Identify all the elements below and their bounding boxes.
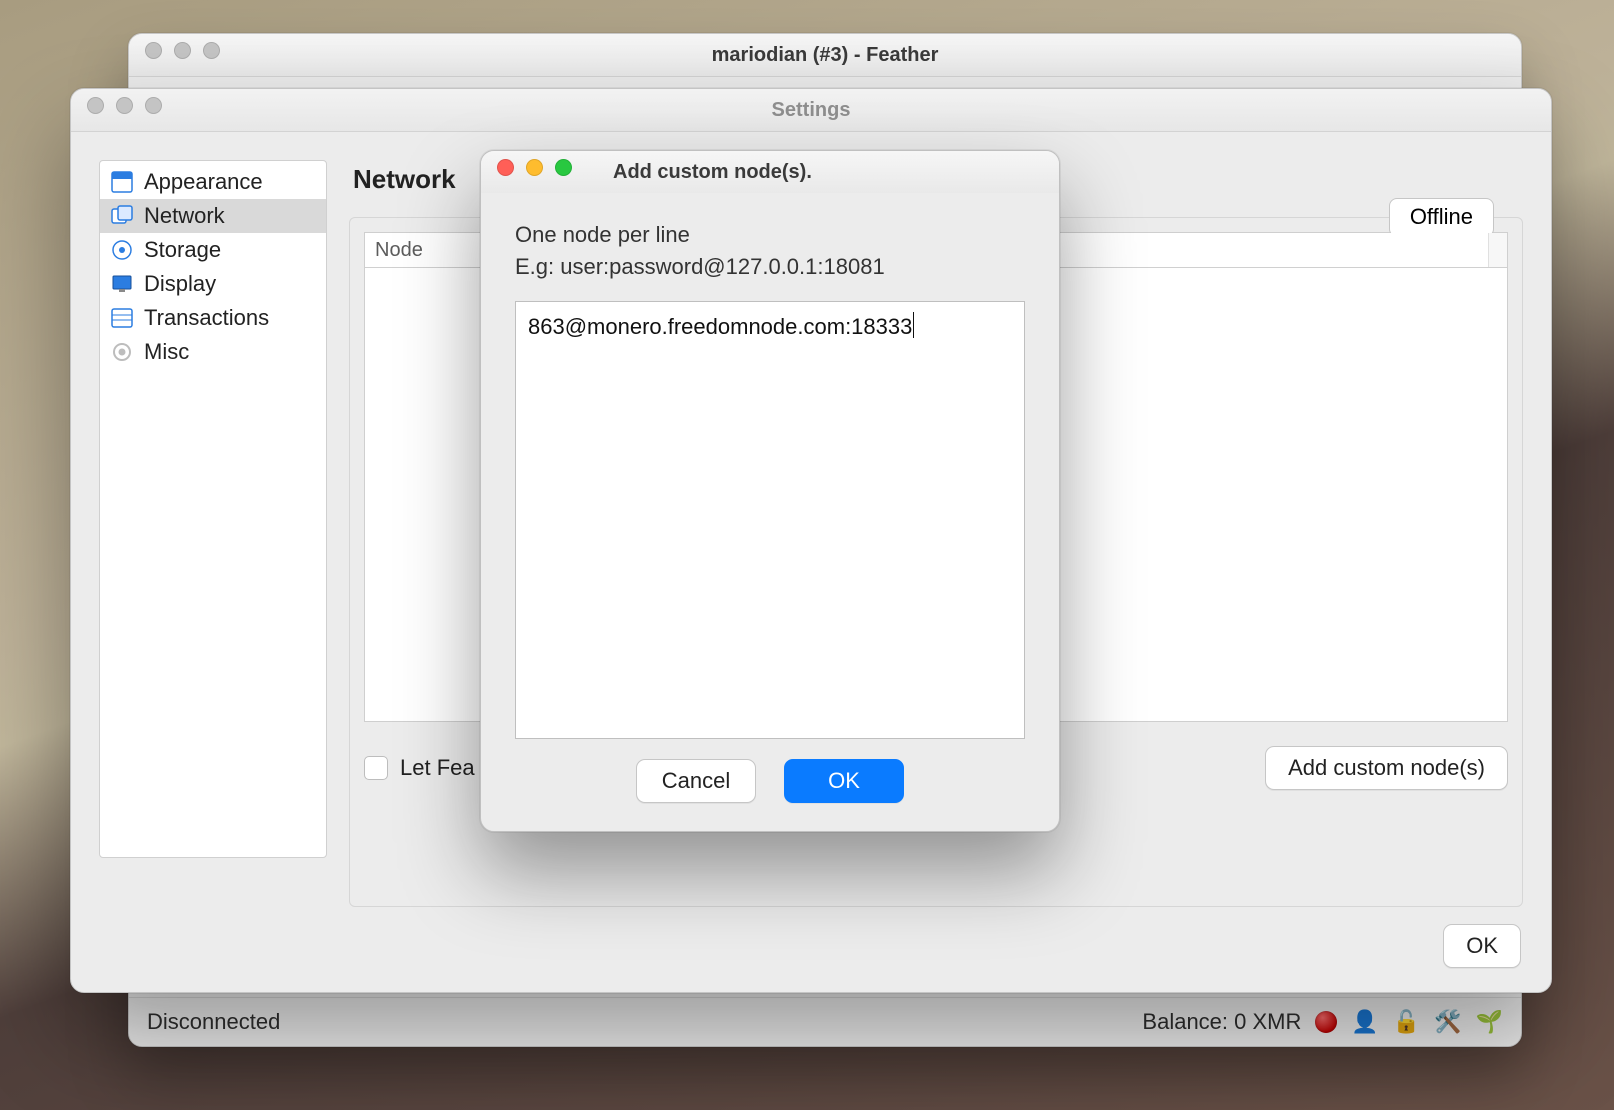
settings-footer: OK bbox=[1443, 924, 1521, 968]
add-node-dialog: Add custom node(s). One node per line E.… bbox=[480, 150, 1060, 832]
zoom-icon[interactable] bbox=[555, 159, 572, 176]
seed-icon[interactable]: 🌱 bbox=[1476, 1011, 1503, 1033]
settings-sidebar: Appearance Network Storage bbox=[99, 160, 327, 858]
sidebar-item-misc[interactable]: Misc bbox=[100, 335, 326, 369]
dialog-hint: One node per line E.g: user:password@127… bbox=[515, 219, 1025, 283]
sidebar-item-storage[interactable]: Storage bbox=[100, 233, 326, 267]
storage-icon bbox=[110, 238, 134, 262]
let-feather-checkbox[interactable] bbox=[364, 756, 388, 780]
node-input[interactable]: 863@monero.freedomnode.com:18333 bbox=[515, 301, 1025, 739]
main-window-title: mariodian (#3) - Feather bbox=[712, 44, 939, 67]
settings-titlebar: Settings bbox=[71, 89, 1551, 132]
close-icon[interactable] bbox=[87, 97, 104, 114]
dialog-body: One node per line E.g: user:password@127… bbox=[481, 193, 1059, 831]
desktop: mariodian (#3) - Feather Disconnected Ba… bbox=[0, 0, 1614, 1110]
zoom-icon[interactable] bbox=[145, 97, 162, 114]
node-input-value: 863@monero.freedomnode.com:18333 bbox=[528, 314, 912, 339]
sidebar-item-transactions[interactable]: Transactions bbox=[100, 301, 326, 335]
settings-traffic-lights bbox=[87, 97, 162, 114]
tab-offline[interactable]: Offline bbox=[1389, 198, 1494, 237]
status-balance: Balance: 0 XMR bbox=[1142, 1009, 1301, 1035]
main-titlebar: mariodian (#3) - Feather bbox=[129, 34, 1521, 77]
transactions-icon bbox=[110, 306, 134, 330]
cancel-button[interactable]: Cancel bbox=[636, 759, 756, 803]
appearance-icon bbox=[110, 170, 134, 194]
status-right: Balance: 0 XMR 👤 🔓 🛠️ 🌱 bbox=[1142, 1009, 1503, 1035]
settings-ok-button[interactable]: OK bbox=[1443, 924, 1521, 968]
minimize-icon[interactable] bbox=[116, 97, 133, 114]
sidebar-item-network[interactable]: Network bbox=[100, 199, 326, 233]
misc-icon bbox=[110, 340, 134, 364]
close-icon[interactable] bbox=[145, 42, 162, 59]
zoom-icon[interactable] bbox=[203, 42, 220, 59]
settings-window-title: Settings bbox=[772, 99, 851, 122]
status-connection: Disconnected bbox=[147, 1009, 280, 1035]
sidebar-item-appearance[interactable]: Appearance bbox=[100, 165, 326, 199]
let-feather-label: Let Fea bbox=[400, 755, 475, 781]
sidebar-item-label: Transactions bbox=[144, 305, 269, 331]
lock-icon[interactable]: 🔓 bbox=[1393, 1011, 1420, 1033]
network-icon bbox=[110, 204, 134, 228]
tools-icon[interactable]: 🛠️ bbox=[1434, 1011, 1461, 1033]
dialog-title: Add custom node(s). bbox=[613, 161, 812, 184]
node-column-label: Node bbox=[375, 239, 423, 262]
dialog-titlebar: Add custom node(s). bbox=[481, 151, 1059, 193]
status-indicator-icon bbox=[1315, 1011, 1337, 1033]
dialog-footer: Cancel OK bbox=[515, 739, 1025, 811]
status-bar: Disconnected Balance: 0 XMR 👤 🔓 🛠️ 🌱 bbox=[129, 997, 1521, 1046]
sidebar-item-label: Appearance bbox=[144, 169, 263, 195]
display-icon bbox=[110, 272, 134, 296]
main-traffic-lights bbox=[145, 42, 220, 59]
sidebar-item-label: Misc bbox=[144, 339, 189, 365]
sidebar-item-display[interactable]: Display bbox=[100, 267, 326, 301]
user-icon[interactable]: 👤 bbox=[1351, 1011, 1378, 1033]
sidebar-item-label: Storage bbox=[144, 237, 221, 263]
minimize-icon[interactable] bbox=[174, 42, 191, 59]
sidebar-item-label: Display bbox=[144, 271, 216, 297]
let-feather-checkbox-row[interactable]: Let Fea bbox=[364, 755, 475, 781]
sidebar-item-label: Network bbox=[144, 203, 225, 229]
minimize-icon[interactable] bbox=[526, 159, 543, 176]
close-icon[interactable] bbox=[497, 159, 514, 176]
tab-row: Offline bbox=[1390, 198, 1494, 237]
text-caret bbox=[913, 312, 914, 338]
ok-button[interactable]: OK bbox=[784, 759, 904, 803]
add-custom-node-button[interactable]: Add custom node(s) bbox=[1265, 746, 1508, 790]
dialog-traffic-lights bbox=[497, 159, 572, 176]
